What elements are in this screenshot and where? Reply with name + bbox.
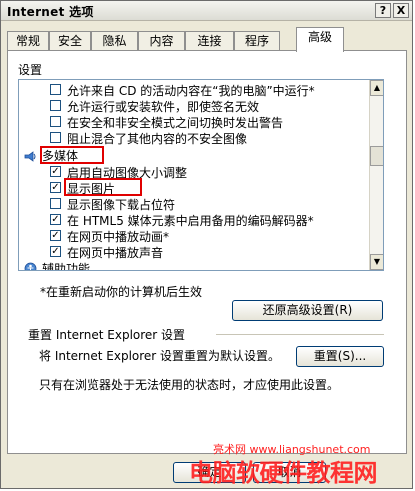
watermark-brand: 电脑软硬件教程网 [189, 459, 378, 487]
list-item-label: 在网页中播放动画* [67, 230, 170, 244]
list-item-label: 显示图像下载占位符 [67, 198, 176, 212]
restart-note: *在重新启动你的计算机后生效 [40, 285, 203, 299]
checkbox[interactable]: ✓ [50, 214, 61, 225]
accessibility-icon [24, 262, 37, 270]
reset-heading: 重置 Internet Explorer 设置 [28, 328, 186, 342]
tab-privacy[interactable]: 隐私 [91, 31, 138, 51]
reset-note: 只有在浏览器处于无法使用的状态时，才应使用此设置。 [39, 378, 340, 392]
tab-general[interactable]: 常规 [7, 31, 49, 51]
group-divider [216, 334, 384, 335]
vertical-scrollbar[interactable]: ▲ ▼ [369, 80, 383, 270]
checkbox[interactable] [50, 116, 61, 127]
list-item-label: 阻止混合了其他内容的不安全图像 [67, 132, 248, 146]
checkbox[interactable]: ✓ [50, 182, 61, 193]
internet-options-dialog: Internet 选项 ? X 常规 安全 隐私 内容 连接 程序 高级 设置 … [0, 0, 413, 489]
list-item-label: 在网页中播放声音 [67, 246, 164, 260]
advanced-panel: 设置 允许来自 CD 的活动内容在“我的电脑”中运行* 允许运行或安装软件，即使… [7, 50, 407, 454]
checkbox[interactable] [50, 198, 61, 209]
list-item[interactable]: ✓ 在网页中播放声音 [19, 245, 369, 261]
category-label: 辅助功能 [42, 262, 91, 271]
list-item[interactable]: 允许运行或安装软件，即使签名无效 [19, 99, 369, 115]
list-item[interactable]: 阻止混合了其他内容的不安全图像 [19, 131, 369, 147]
checkbox[interactable]: ✓ [50, 246, 61, 257]
tab-security[interactable]: 安全 [49, 31, 91, 51]
list-item[interactable]: ✓ 在网页中播放动画* [19, 229, 369, 245]
highlight-show-pictures [64, 178, 142, 196]
tab-connections[interactable]: 连接 [185, 31, 234, 51]
list-item[interactable]: 允许来自 CD 的活动内容在“我的电脑”中运行* [19, 83, 369, 99]
list-item[interactable]: ✓ 在 HTML5 媒体元素中启用备用的编码解码器* [19, 213, 369, 229]
list-item-label: 允许运行或安装软件，即使签名无效 [67, 100, 260, 114]
checkbox[interactable] [50, 84, 61, 95]
checkbox[interactable]: ✓ [50, 166, 61, 177]
scroll-down-button[interactable]: ▼ [370, 254, 383, 270]
tab-programs[interactable]: 程序 [234, 31, 280, 51]
checkbox[interactable]: ✓ [50, 230, 61, 241]
checkbox[interactable] [50, 132, 61, 143]
list-item[interactable]: 显示图像下载占位符 [19, 197, 369, 213]
list-item-label: 在安全和非安全模式之间切换时发出警告 [67, 116, 284, 130]
list-item-label: 在 HTML5 媒体元素中启用备用的编码解码器* [67, 214, 314, 228]
help-button[interactable]: ? [375, 3, 391, 18]
settings-heading: 设置 [18, 63, 43, 77]
settings-list[interactable]: 允许来自 CD 的活动内容在“我的电脑”中运行* 允许运行或安装软件，即使签名无… [18, 79, 384, 271]
list-item[interactable]: 在安全和非安全模式之间切换时发出警告 [19, 115, 369, 131]
scroll-up-button[interactable]: ▲ [370, 80, 383, 96]
checkbox[interactable] [50, 100, 61, 111]
reset-description: 将 Internet Explorer 设置重置为默认设置。 [39, 349, 281, 363]
tab-content[interactable]: 内容 [138, 31, 185, 51]
multimedia-icon [24, 151, 36, 162]
close-button[interactable]: X [393, 3, 409, 18]
highlight-multimedia [40, 146, 104, 164]
restore-advanced-settings-button[interactable]: 还原高级设置(R) [232, 300, 383, 321]
tab-advanced[interactable]: 高级 [296, 27, 344, 52]
reset-button[interactable]: 重置(S)... [296, 346, 384, 367]
title-bar: Internet 选项 ? X [1, 1, 412, 21]
scroll-thumb[interactable] [370, 146, 383, 166]
list-item-label: 允许来自 CD 的活动内容在“我的电脑”中运行* [67, 84, 315, 98]
window-title: Internet 选项 [7, 5, 94, 19]
category-accessibility[interactable]: 辅助功能 [19, 261, 369, 271]
